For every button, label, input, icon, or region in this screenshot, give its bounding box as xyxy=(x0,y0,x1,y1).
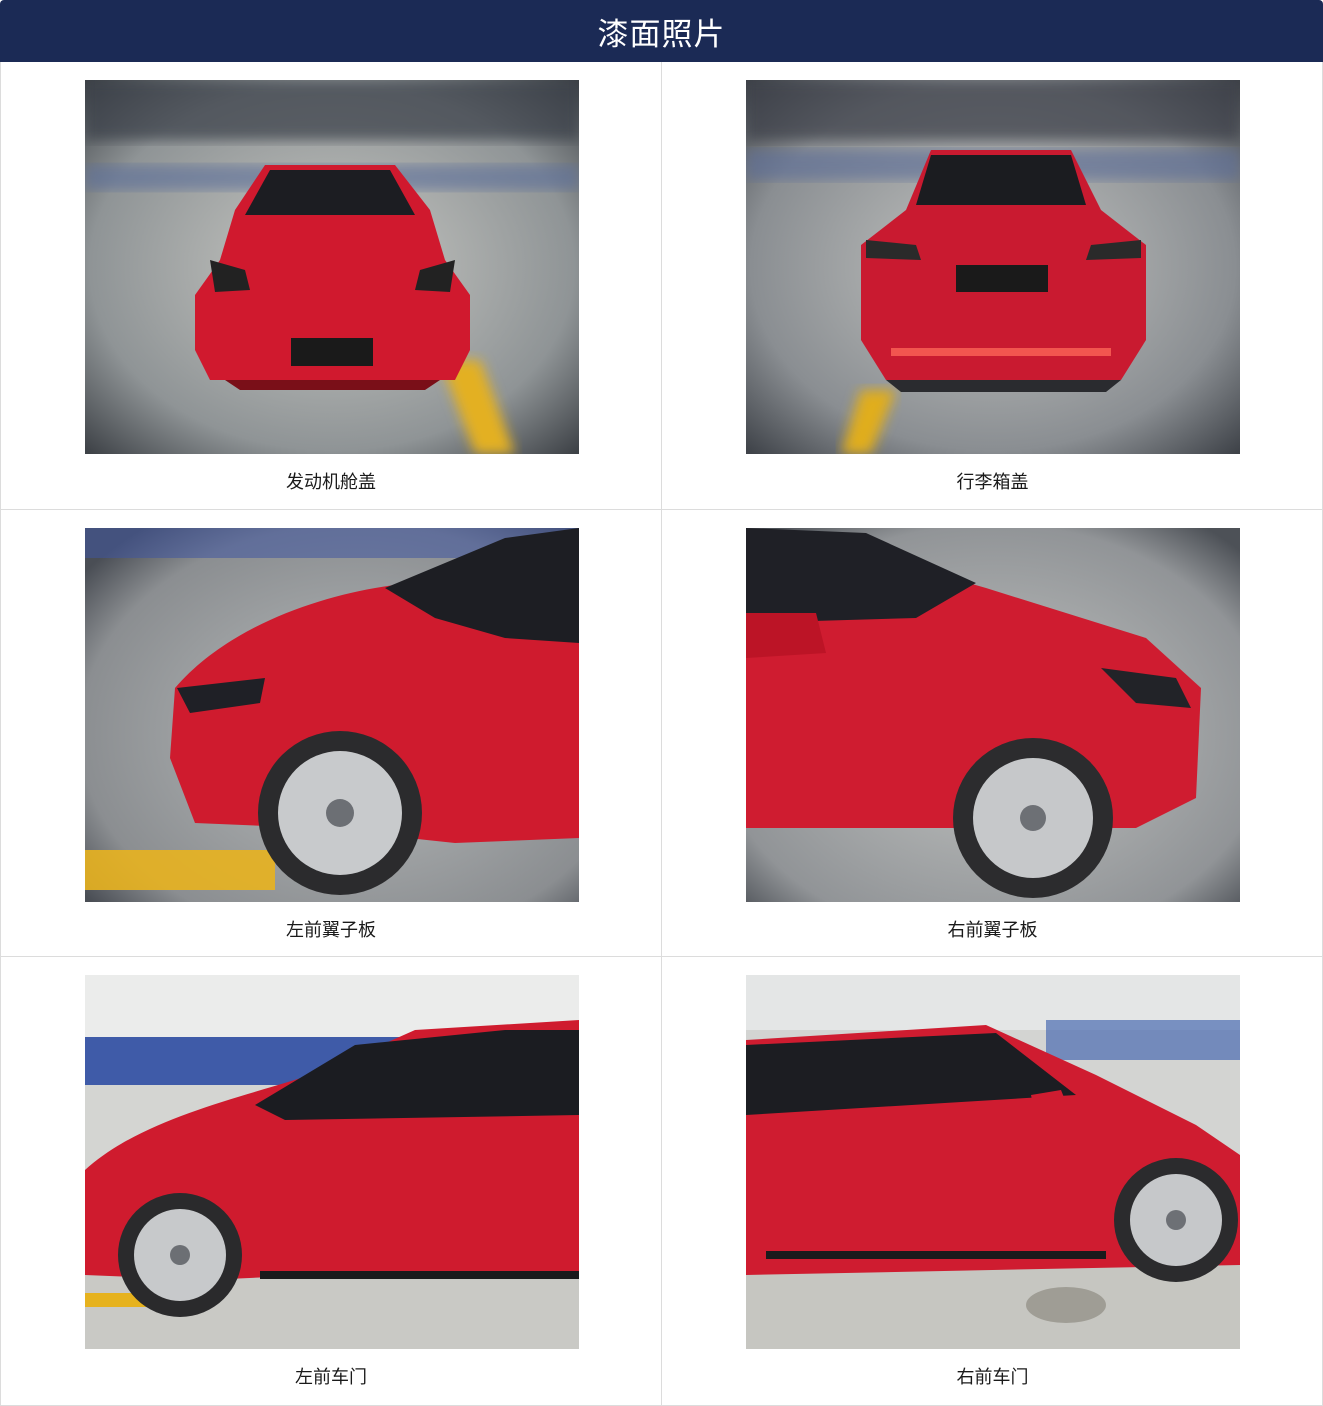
photo-caption: 左前翼子板 xyxy=(286,920,376,941)
hood-photo[interactable] xyxy=(85,80,579,454)
photo-cell-trunk: 行李箱盖 xyxy=(662,62,1323,509)
photo-grid: 发动机舱盖 行李箱盖 左前翼子板 右前翼子板 左前车门 右前车门 xyxy=(0,62,1323,1406)
photo-cell-right-front-fender: 右前翼子板 xyxy=(662,509,1323,956)
panel-title: 漆面照片 xyxy=(597,16,726,53)
photo-caption: 右前翼子板 xyxy=(947,920,1038,941)
photo-cell-left-front-door: 左前车门 xyxy=(1,956,662,1405)
left-front-fender-photo[interactable] xyxy=(85,528,579,902)
panel-header: 漆面照片 xyxy=(0,0,1323,62)
right-front-fender-photo[interactable] xyxy=(746,528,1240,902)
right-front-door-photo[interactable] xyxy=(746,975,1240,1349)
photo-caption: 行李箱盖 xyxy=(956,472,1029,493)
photo-cell-right-front-door: 右前车门 xyxy=(662,956,1323,1405)
photo-caption: 发动机舱盖 xyxy=(286,472,376,493)
trunk-photo[interactable] xyxy=(746,80,1240,454)
paint-photos-panel: 漆面照片 发动机舱盖 行李箱盖 左前翼子板 右前翼子板 左前车门 右前车门 xyxy=(0,0,1323,1406)
left-front-door-photo[interactable] xyxy=(85,975,579,1349)
photo-cell-left-front-fender: 左前翼子板 xyxy=(1,509,662,956)
photo-caption: 左前车门 xyxy=(295,1367,367,1388)
photo-cell-hood: 发动机舱盖 xyxy=(1,62,662,509)
photo-caption: 右前车门 xyxy=(956,1367,1029,1388)
